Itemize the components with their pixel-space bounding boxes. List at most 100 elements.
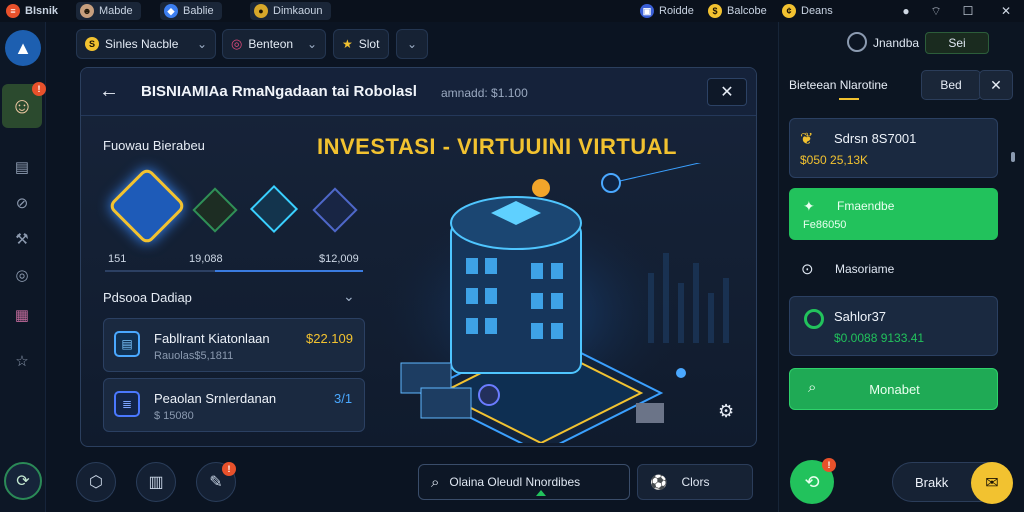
notification-badge: ! bbox=[32, 82, 46, 96]
close-icon[interactable]: ✕ bbox=[707, 78, 747, 106]
list-item-value: 3/1 bbox=[334, 391, 353, 406]
app-logo-icon: ≡ bbox=[6, 4, 20, 18]
stat-value: $12,009 bbox=[319, 253, 359, 265]
card-subtitle: Fe86050 bbox=[803, 219, 847, 231]
investment-panel: ← BISNIAMIAa RmaNgadaan tai Robolasl amn… bbox=[80, 67, 757, 447]
list-item[interactable]: ≣ Peaolan Srnlerdanan $ 15080 3/1 bbox=[103, 378, 365, 432]
building-icon[interactable]: ▥ bbox=[136, 462, 176, 502]
progress-track bbox=[105, 270, 363, 272]
account-chip[interactable]: Sei bbox=[925, 32, 989, 54]
right-sidebar: Jnandba Sei Bieteean Nlarotine Bed ✕ ❦ S… bbox=[778, 22, 1024, 512]
settings-gear-icon[interactable]: ⚙ bbox=[718, 401, 734, 422]
tab-dimkaoun[interactable]: ● Dimkaoun bbox=[250, 2, 331, 20]
search-bar[interactable]: ⌕ Olaina Oleudl Nnordibes bbox=[418, 464, 630, 500]
sinles-dropdown[interactable]: S Sinles Nacble ⌄ bbox=[76, 29, 216, 59]
left-rail: ▲ ☺ ! ▤ ⊘ ⚒ ◎ ▦ ☆ ⟳ bbox=[0, 22, 46, 512]
benteon-dropdown[interactable]: ◎ Benteon ⌄ bbox=[222, 29, 326, 59]
wifi-icon[interactable]: ⌔ bbox=[928, 3, 944, 19]
stat-roidde: ▣ Roidde bbox=[640, 2, 694, 20]
report-icon: ≣ bbox=[114, 391, 140, 417]
close-icon[interactable]: ✕ bbox=[998, 3, 1014, 19]
gem-icon[interactable] bbox=[192, 187, 238, 233]
dropdown-label: Benteon bbox=[248, 37, 294, 51]
list-item-title: Fabllrant Kiatonlaan bbox=[154, 331, 270, 346]
tab-label: Mabde bbox=[99, 5, 133, 17]
virtual-building-illustration bbox=[381, 163, 729, 443]
notification-badge: ! bbox=[822, 458, 836, 472]
scrollbar-thumb[interactable] bbox=[1011, 152, 1015, 162]
asset-card[interactable]: Sahlor37 $0.0088 9133.41 bbox=[789, 296, 998, 356]
wallet-icon: ▣ bbox=[640, 4, 654, 18]
app-brand: ≡ BIsnik bbox=[6, 2, 58, 20]
compass-icon[interactable]: ⊘ bbox=[11, 192, 33, 214]
card-title: Fmaendbe bbox=[837, 199, 895, 213]
stat-balcobe: $ Balcobe bbox=[708, 2, 767, 20]
chevron-down-icon: ⌄ bbox=[306, 37, 317, 51]
asset-card[interactable]: ❦ Sdrsn 8S7001 $050 25,13K bbox=[789, 118, 998, 178]
stat-label: Deans bbox=[801, 5, 833, 17]
chat-icon: ✉ bbox=[971, 462, 1013, 504]
stat-label: Roidde bbox=[659, 5, 694, 17]
gem-icon[interactable] bbox=[249, 184, 299, 234]
list-item-subtitle: $ 15080 bbox=[154, 410, 194, 422]
map-icon[interactable]: ⬡ bbox=[76, 462, 116, 502]
stat-deans: ¢ Deans bbox=[782, 2, 833, 20]
ring-icon: ◎ bbox=[231, 36, 243, 51]
box-icon[interactable]: ▦ bbox=[11, 304, 33, 326]
progress-fill bbox=[215, 270, 363, 272]
row-label[interactable]: Masoriame bbox=[835, 262, 894, 276]
monabet-button[interactable]: ⌕ Monabet bbox=[789, 368, 998, 410]
dropdown-label: Sinles Nacble bbox=[105, 37, 179, 51]
coin-icon: $ bbox=[708, 4, 722, 18]
tab-mabde[interactable]: ☻ Mabde bbox=[76, 2, 141, 20]
chevron-down-icon: ⌄ bbox=[196, 37, 207, 51]
clors-button[interactable]: ⚽ Clors bbox=[637, 464, 753, 500]
profile-icon[interactable]: ● bbox=[898, 3, 914, 19]
tab-label: Dimkaoun bbox=[273, 5, 323, 17]
tools-icon[interactable]: ⚒ bbox=[11, 228, 33, 250]
highlight-card[interactable]: ✦ Fmaendbe Fe86050 bbox=[789, 188, 998, 240]
home-logo-icon[interactable]: ▲ bbox=[5, 30, 41, 66]
gamepad-icon: ⊙ bbox=[801, 261, 814, 278]
tab-label: Bablie bbox=[183, 5, 214, 17]
panel-subtitle: amnadd: $1.100 bbox=[441, 86, 528, 100]
card-title: Sahlor37 bbox=[834, 309, 887, 324]
wing-icon: ❦ bbox=[800, 131, 814, 148]
button-label: Brakk bbox=[915, 475, 949, 490]
close-icon[interactable]: ✕ bbox=[979, 70, 1013, 100]
brakk-button[interactable]: Brakk ✉ bbox=[892, 462, 1013, 504]
title-underline bbox=[839, 98, 859, 100]
document-icon[interactable]: ▤ bbox=[11, 156, 33, 178]
stat-label: Balcobe bbox=[727, 5, 767, 17]
expand-button[interactable]: ⌄ bbox=[396, 29, 428, 59]
button-label: Monabet bbox=[869, 382, 920, 397]
maximize-icon[interactable]: ☐ bbox=[960, 3, 976, 19]
coin-icon: ¢ bbox=[782, 4, 796, 18]
panel-title: BISNIAMIAa RmaNgadaan tai Robolasl bbox=[141, 83, 417, 100]
stat-value: 19,088 bbox=[189, 253, 223, 265]
star-icon[interactable]: ☆ bbox=[11, 350, 33, 372]
chevron-down-icon[interactable]: ⌄ bbox=[343, 288, 355, 305]
crystal-icon[interactable] bbox=[107, 166, 187, 246]
search-label: Olaina Oleudl Nnordibes bbox=[449, 475, 581, 489]
user-circle-icon[interactable] bbox=[847, 32, 867, 52]
bed-button[interactable]: Bed bbox=[921, 70, 981, 100]
button-label: Clors bbox=[681, 475, 710, 489]
app-name: BIsnik bbox=[25, 5, 59, 17]
gem-icon[interactable] bbox=[312, 187, 358, 233]
tab-bablie[interactable]: ◆ Bablie bbox=[160, 2, 222, 20]
notification-badge: ! bbox=[222, 462, 236, 476]
list-item[interactable]: ▤ Fabllrant Kiatonlaan Rauolas$5,1811 $2… bbox=[103, 318, 365, 372]
slot-button[interactable]: ★ Slot bbox=[333, 29, 389, 59]
list-item-subtitle: Rauolas$5,1811 bbox=[154, 350, 234, 362]
chevron-down-icon: ⌄ bbox=[406, 37, 418, 51]
accordion-label[interactable]: Pdsooa Dadiap bbox=[103, 290, 192, 305]
star-icon: ★ bbox=[342, 37, 353, 51]
sidebar-title: Bieteean Nlarotine bbox=[789, 78, 888, 92]
list-item-title: Peaolan Srnlerdanan bbox=[154, 391, 277, 406]
soccer-icon: ⚽ bbox=[650, 473, 668, 490]
ring-icon bbox=[804, 309, 824, 329]
globe-icon[interactable]: ◎ bbox=[11, 264, 33, 286]
sync-icon[interactable]: ⟳ bbox=[4, 462, 42, 500]
back-arrow-icon[interactable]: ← bbox=[99, 80, 119, 103]
